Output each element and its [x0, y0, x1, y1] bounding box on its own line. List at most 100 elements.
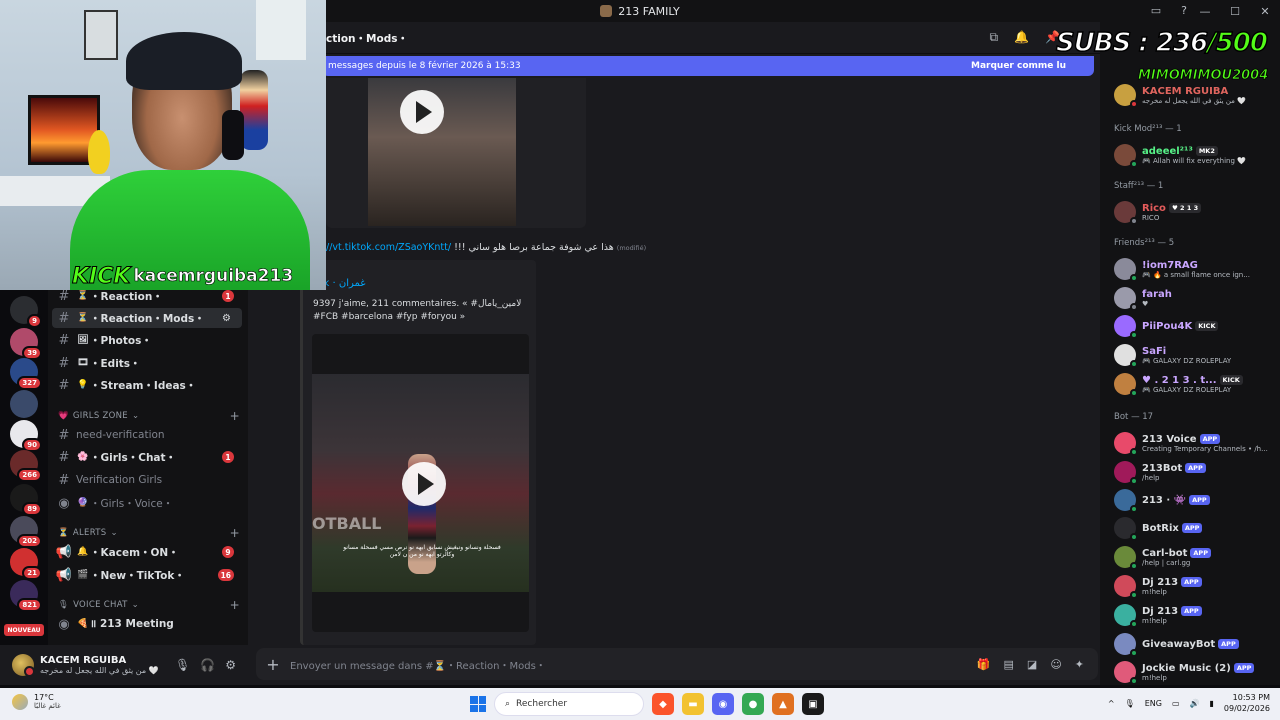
channel-item[interactable]: # 🌸 ・Girls・Chat・ 1: [52, 447, 242, 467]
threads-icon[interactable]: ⧉: [990, 30, 999, 45]
server-icon[interactable]: 327: [10, 358, 42, 390]
app-icon[interactable]: ▲: [772, 693, 794, 715]
avatar: [1114, 604, 1138, 628]
server-icon[interactable]: [10, 390, 38, 418]
member-item[interactable]: BotRix APP: [1106, 515, 1276, 541]
server-icon[interactable]: 202: [10, 516, 42, 548]
server-icon[interactable]: 821: [10, 580, 42, 612]
member-item[interactable]: Rico ♥ 2 1 3 RICO: [1106, 199, 1276, 225]
category-header[interactable]: 🎙 VOICE CHAT ⌄ +: [58, 598, 244, 612]
add-channel-icon[interactable]: +: [230, 598, 240, 612]
member-item[interactable]: Jockie Music (2) APP m!help: [1106, 659, 1276, 685]
headphones-icon[interactable]: 🎧: [200, 658, 215, 672]
clock-time: 10:53 PM: [1232, 693, 1270, 702]
channel-item[interactable]: # 💡 ・Stream・Ideas・: [52, 375, 242, 395]
notification-bell-icon[interactable]: 🔔: [1014, 30, 1029, 45]
channel-item[interactable]: # Verification Girls: [52, 470, 242, 490]
category-header[interactable]: ⏳ ALERTS ⌄ +: [58, 526, 244, 540]
taskbar-search[interactable]: ⌕ Rechercher: [494, 692, 644, 716]
network-icon[interactable]: ▭: [1172, 699, 1180, 708]
member-item[interactable]: 213Bot APP/help: [1106, 459, 1276, 485]
channel-item[interactable]: # need-verification: [52, 425, 242, 445]
chrome-icon[interactable]: ●: [742, 693, 764, 715]
server-icon[interactable]: 21: [10, 548, 42, 580]
member-item[interactable]: Carl-bot APP/help | carl.gg: [1106, 544, 1276, 570]
member-item[interactable]: 213 · 👾 APP: [1106, 487, 1276, 513]
channel-item[interactable]: ◉ 🔮 ・Girls・Voice・: [52, 493, 242, 513]
embed-video[interactable]: OTBALL فسحلة ونسانو ونبغيش نسابق ابهه نو…: [312, 334, 529, 632]
channel-emoji: 🌸: [77, 452, 89, 462]
member-activity: m!help: [1142, 673, 1167, 682]
server-icon[interactable]: 90: [10, 420, 42, 452]
channel-emoji: 🔔: [77, 547, 89, 557]
chevron-up-icon[interactable]: ^: [1108, 699, 1115, 708]
app-icon[interactable]: ▣: [802, 693, 824, 715]
member-item[interactable]: 213 Voice APP Creating Temporary Channels …: [1106, 430, 1276, 456]
member-item[interactable]: farah ♥: [1106, 285, 1276, 311]
channel-item[interactable]: # ⏳ ・Reaction・Mods・ ⚙: [52, 308, 242, 328]
gif-icon[interactable]: ▤: [1004, 658, 1014, 671]
server-icon[interactable]: 266: [10, 450, 42, 482]
channel-item[interactable]: # 🎞 ・Edits・: [52, 353, 242, 373]
voice-channel-icon: ◉: [58, 616, 70, 632]
new-badge[interactable]: NOUVEAU: [4, 624, 44, 636]
volume-icon[interactable]: 🔊: [1190, 699, 1200, 708]
clock[interactable]: 10:53 PM 09/02/2026: [1224, 692, 1270, 714]
play-icon[interactable]: [402, 462, 446, 506]
server-icon[interactable]: 89: [10, 484, 42, 516]
inbox-icon[interactable]: ▭: [1148, 2, 1164, 18]
emoji-icon[interactable]: ☺: [1050, 658, 1061, 671]
maximize-button[interactable]: ☐: [1220, 0, 1250, 22]
tiktok-link[interactable]: //vt.tiktok.com/ZSaoYKntt/: [326, 242, 451, 253]
mark-as-read-button[interactable]: Marquer comme lu: [971, 61, 1066, 71]
channel-item[interactable]: # 🖼 ・Photos・: [52, 330, 242, 350]
username: KACEM RGUIBA: [40, 655, 127, 666]
battery-icon[interactable]: ▮: [1209, 699, 1213, 708]
discord-app-icon[interactable]: ◉: [712, 693, 734, 715]
close-button[interactable]: ✕: [1250, 0, 1280, 22]
channel-emoji: 🔮: [77, 498, 89, 508]
weather-text: غائم غالبًا: [34, 702, 61, 710]
video-attachment[interactable]: [326, 78, 586, 228]
language-indicator[interactable]: ENG: [1145, 699, 1162, 708]
member-name-row: farah: [1142, 289, 1172, 300]
microphone-icon[interactable]: 🎙: [1125, 699, 1135, 708]
member-item[interactable]: GiveawayBot APP: [1106, 631, 1276, 657]
windows-start-icon[interactable]: [470, 696, 486, 712]
settings-gear-icon[interactable]: ⚙: [225, 658, 236, 672]
server-icon[interactable]: 39: [10, 328, 42, 360]
sticker-icon[interactable]: ◪: [1027, 658, 1037, 671]
channel-item[interactable]: # ⏳ ・Reaction・ 1: [52, 290, 242, 306]
add-attachment-icon[interactable]: +: [256, 655, 290, 674]
member-item[interactable]: Dj 213 APP m!help: [1106, 602, 1276, 628]
weather-widget[interactable]: 17°C غائم غالبًا: [12, 693, 61, 710]
member-item[interactable]: KACEM RGUIBA من يثق في الله يجعل له مخرجه…: [1106, 82, 1276, 108]
minimize-button[interactable]: —: [1190, 0, 1220, 22]
category-header[interactable]: 💗 GIRLS ZONE ⌄ +: [58, 409, 244, 423]
message-input[interactable]: Envoyer un message dans #⏳・Reaction・Mods…: [290, 657, 977, 672]
apps-icon[interactable]: ✦: [1075, 658, 1084, 671]
avatar[interactable]: [12, 654, 35, 677]
member-name: Carl-bot: [1142, 547, 1188, 559]
file-explorer-icon[interactable]: ▬: [682, 693, 704, 715]
play-icon[interactable]: [400, 90, 444, 134]
channel-settings-icon[interactable]: ⚙: [222, 313, 234, 324]
channel-item[interactable]: 📢 🎬 ・New・TikTok・ 16: [52, 565, 242, 585]
channel-item[interactable]: 📢 🔔 ・Kacem・ON・ 9: [52, 542, 242, 562]
channel-item[interactable]: ◉ 🍕 ॥ 213 Meeting: [52, 614, 242, 634]
new-messages-bar[interactable]: messages depuis le 8 février 2026 à 15:3…: [322, 56, 1094, 76]
member-item[interactable]: PiiPou4K KICK: [1106, 313, 1276, 339]
add-channel-icon[interactable]: +: [230, 526, 240, 540]
add-channel-icon[interactable]: +: [230, 409, 240, 423]
member-item[interactable]: ♥ . 2 1 3 . t... KICK 🎮 GALAXY DZ ROLEPLAY: [1106, 371, 1276, 397]
server-icon[interactable]: 9: [10, 296, 42, 328]
microphone-icon[interactable]: 🎙: [175, 658, 190, 672]
member-item[interactable]: adeeel²¹³ MK2 🎮 Allah will fix everything …: [1106, 142, 1276, 168]
action-figure: [240, 70, 268, 150]
brave-browser-icon[interactable]: ◆: [652, 693, 674, 715]
gift-icon[interactable]: 🎁: [977, 658, 991, 671]
member-item[interactable]: Dj 213 APP m!help: [1106, 573, 1276, 599]
member-activity: ♥: [1142, 299, 1149, 308]
member-item[interactable]: SaFi 🎮 GALAXY DZ ROLEPLAY: [1106, 342, 1276, 368]
member-item[interactable]: !iom7RAG 🎮 🔥 a small flame once ign...: [1106, 256, 1276, 282]
